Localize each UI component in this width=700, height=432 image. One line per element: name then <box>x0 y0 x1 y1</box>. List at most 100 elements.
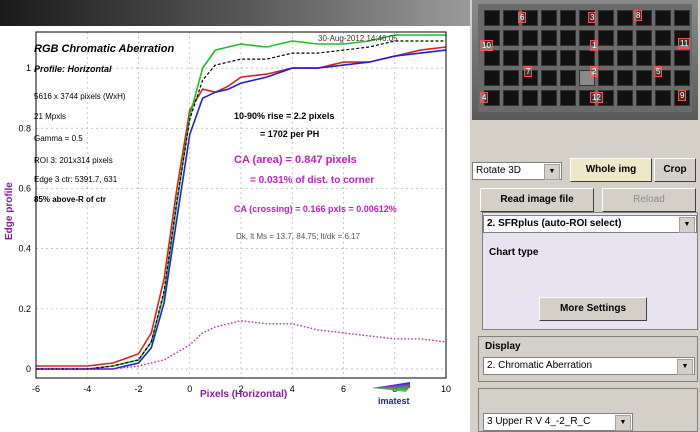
chart-tile <box>617 30 633 46</box>
chart-tile <box>503 90 519 106</box>
roi-label[interactable]: 3 <box>588 12 597 23</box>
y-tick-label: 0.6 <box>18 183 31 193</box>
reload-button[interactable]: Reload <box>602 188 696 212</box>
x-axis-label: Pixels (Horizontal) <box>200 389 287 400</box>
chart-tile <box>560 90 576 106</box>
chart-tile <box>674 10 690 26</box>
chart-tile <box>636 70 652 86</box>
chart-tile <box>484 70 500 86</box>
edge-region-select-value: 3 Upper R V 4_-2_R_C <box>487 416 591 427</box>
display-section: Display 2. Chromatic Aberration ▼ <box>478 336 698 382</box>
plot-svg: -6-4-2024681000.20.40.60.81 RGB Chromati… <box>4 31 451 406</box>
x-tick-label: 0 <box>187 384 192 394</box>
chart-tile <box>598 30 614 46</box>
x-tick-label: 6 <box>341 384 346 394</box>
chart-tile <box>655 50 671 66</box>
roi-label[interactable]: 7 <box>524 66 533 77</box>
roi-label[interactable]: 9 <box>678 90 687 101</box>
roi-label[interactable]: 1 <box>590 40 599 51</box>
roi-label[interactable]: 6 <box>518 12 527 23</box>
chart-type-select-value: 2. SFRplus (auto-ROI select) <box>487 218 622 229</box>
chart-thumbnail[interactable]: 6 3 8 10 1 11 7 2 5 4 12 9 <box>472 0 698 120</box>
thumbnail-image: 6 3 8 10 1 11 7 2 5 4 12 9 <box>478 4 692 112</box>
plot-timestamp: 30-Aug-2012 14:46:05 <box>318 34 398 43</box>
info-line: Gamma = 0.5 <box>34 134 83 143</box>
y-tick-label: 0.2 <box>18 304 31 314</box>
chart-tile <box>579 50 595 66</box>
x-tick-label: -2 <box>134 384 142 394</box>
control-panel: 6 3 8 10 1 11 7 2 5 4 12 9 Rotate 3D ▼ Whole img Cr… <box>470 0 700 432</box>
x-tick-label: 4 <box>290 384 295 394</box>
chevron-down-icon: ▼ <box>544 164 560 180</box>
chart-tile <box>655 30 671 46</box>
chart-tile <box>674 70 690 86</box>
chart-tile <box>541 50 557 66</box>
chart-tile <box>560 30 576 46</box>
plot-profile: Profile: Horizontal <box>34 64 112 74</box>
roi-label[interactable]: 8 <box>634 10 643 21</box>
crop-button[interactable]: Crop <box>654 158 696 182</box>
roi-label[interactable]: 2 <box>590 66 599 77</box>
dk-lt-text: Dk, lt Ms = 13.7, 84.75; lt/dk = 6.17 <box>236 232 361 241</box>
chart-tile <box>617 10 633 26</box>
ca-crossing-text: CA (crossing) = 0.166 pxls = 0.00612% <box>234 204 397 214</box>
roi-label[interactable]: 11 <box>678 38 691 49</box>
y-tick-label: 0 <box>26 364 31 374</box>
x-tick-label: 10 <box>441 384 451 394</box>
chromatic-aberration-plot: -6-4-2024681000.20.40.60.81 RGB Chromati… <box>0 26 470 432</box>
whole-img-button[interactable]: Whole img <box>570 158 652 182</box>
chevron-down-icon: ▼ <box>615 415 631 431</box>
y-tick-label: 0.4 <box>18 244 31 254</box>
chart-tile <box>484 50 500 66</box>
rotate-select[interactable]: Rotate 3D ▼ <box>472 162 562 180</box>
chart-tile <box>541 30 557 46</box>
chart-tile <box>484 10 500 26</box>
chart-tile <box>522 90 538 106</box>
chart-tile <box>655 10 671 26</box>
info-line: ROI 3: 201x314 pixels <box>34 156 113 165</box>
window-titlebar <box>0 0 470 26</box>
rotate-select-value: Rotate 3D <box>476 165 522 176</box>
chart-tile <box>636 30 652 46</box>
y-tick-label: 0.8 <box>18 123 31 133</box>
chart-tile <box>598 10 614 26</box>
imatest-logo-icon <box>372 382 410 392</box>
imatest-logo-text: imatest <box>378 396 410 406</box>
chart-tile <box>503 30 519 46</box>
chart-tile <box>541 10 557 26</box>
read-image-file-button[interactable]: Read image file <box>480 188 594 212</box>
info-line: 5616 x 3744 pixels (WxH) <box>34 92 126 101</box>
chart-type-select[interactable]: 2. SFRplus (auto-ROI select) ▼ <box>483 215 697 233</box>
roi-label[interactable]: 5 <box>654 66 663 77</box>
chart-tile <box>598 50 614 66</box>
info-line: Edge 3 ctr: 5391.7, 631 <box>34 175 118 184</box>
chevron-down-icon: ▼ <box>679 217 695 233</box>
y-axis-label: Edge profile <box>4 182 15 240</box>
chart-tile <box>560 10 576 26</box>
info-line: 85% above-R of ctr <box>34 195 106 204</box>
chart-tile <box>617 90 633 106</box>
chart-tile <box>541 70 557 86</box>
chart-settings-panel: 2. SFRplus (auto-ROI select) ▼ Chart typ… <box>482 212 698 330</box>
x-tick-label: -6 <box>32 384 40 394</box>
more-settings-button[interactable]: More Settings <box>539 297 647 321</box>
display-select[interactable]: 2. Chromatic Aberration ▼ <box>483 357 695 375</box>
edge-region-section: 3 Upper R V 4_-2_R_C ▼ <box>478 388 698 432</box>
chart-tile <box>617 70 633 86</box>
roi-label[interactable]: 10 <box>480 40 493 51</box>
chart-tile <box>522 30 538 46</box>
chart-tile <box>560 50 576 66</box>
chart-tile <box>560 70 576 86</box>
roi-label[interactable]: 12 <box>590 92 603 103</box>
chart-tile <box>503 70 519 86</box>
chart-tile <box>655 90 671 106</box>
chevron-down-icon: ▼ <box>677 359 693 375</box>
display-select-value: 2. Chromatic Aberration <box>487 360 593 371</box>
ca-area-text-2: = 0.031% of dist. to corner <box>250 175 374 186</box>
chart-tile <box>598 70 614 86</box>
chart-tile <box>522 50 538 66</box>
x-tick-label: -4 <box>83 384 91 394</box>
edge-region-select[interactable]: 3 Upper R V 4_-2_R_C ▼ <box>483 413 633 431</box>
chart-tile <box>503 10 519 26</box>
roi-label[interactable]: 4 <box>480 92 489 103</box>
